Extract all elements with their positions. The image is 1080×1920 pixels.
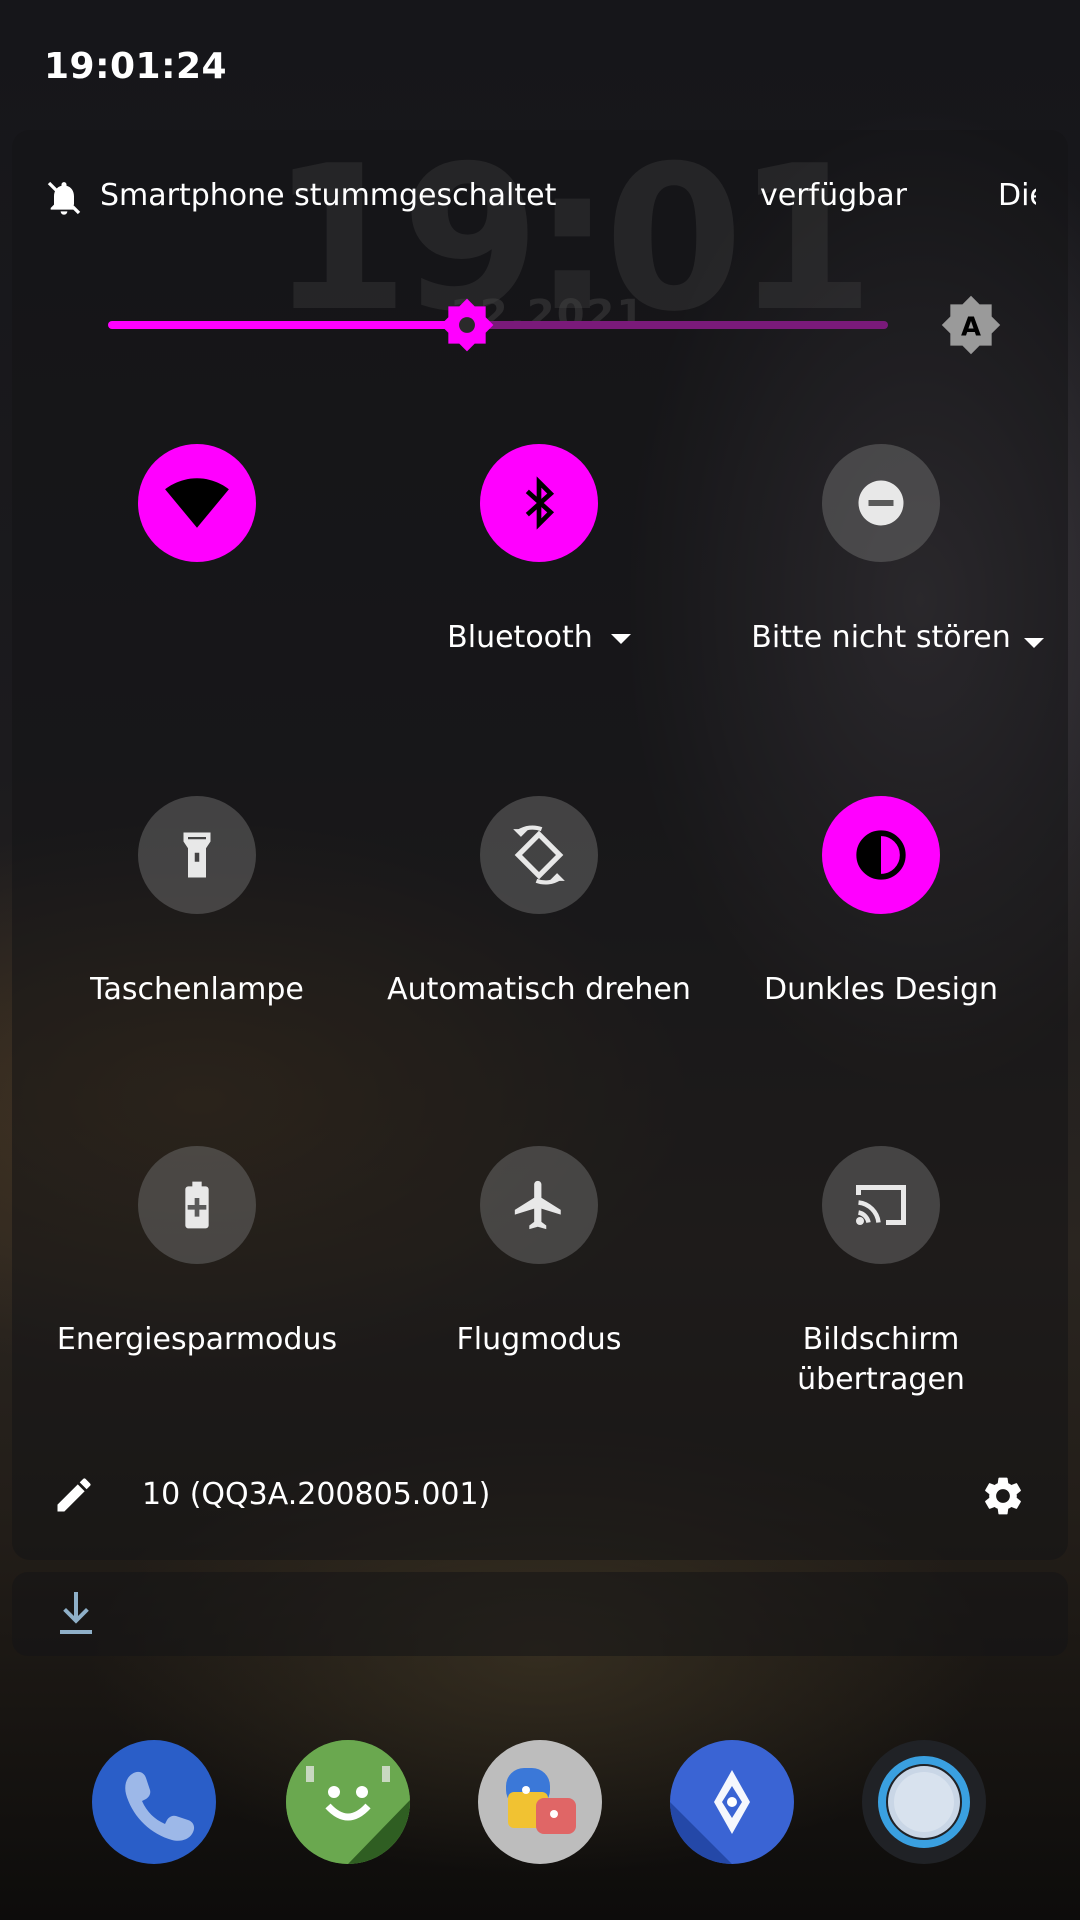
do-not-disturb-icon [858,480,904,526]
tile-auto-rotate-label: Automatisch drehen [387,972,691,1007]
tile-bluetooth[interactable]: Bluetooth [368,444,710,658]
tile-battery-saver-label: Energiesparmodus [56,1322,338,1357]
tile-airplane-label: Flugmodus [456,1322,622,1357]
tile-auto-rotate[interactable]: Automatisch drehen [368,796,710,1010]
tile-cast[interactable]: Bildschirm übertragen [710,1146,1052,1400]
quick-settings-header: Smartphone stummgeschaltet verfügbar Die [0,170,1080,226]
hangouts-app-icon[interactable] [286,1740,410,1864]
airplane-icon [514,1180,561,1230]
messages-app-icon[interactable] [478,1740,602,1864]
tile-bluetooth-label-text: Bluetooth [447,620,593,655]
brightness-track-filled [108,321,467,329]
tile-flashlight[interactable]: Taschenlampe [26,796,368,1010]
tile-battery-saver[interactable]: Energiesparmodus [26,1146,368,1360]
notifications-muted-icon [47,181,81,215]
tile-airplane[interactable]: Flugmodus [368,1146,710,1360]
wifi-icon [165,478,229,528]
bluetooth-toggle[interactable] [480,444,598,562]
settings-gear-icon[interactable] [980,1473,1026,1519]
cast-icon [856,1185,906,1225]
do-not-disturb-toggle[interactable] [822,444,940,562]
battery-saver-toggle[interactable] [138,1146,256,1264]
quick-settings-footer: 10 (QQ3A.200805.001) [0,1465,1080,1525]
edit-icon[interactable] [52,1473,96,1517]
download-notification[interactable] [12,1572,1068,1656]
auto-rotate-icon [513,825,565,885]
tile-do-not-disturb[interactable]: Bitte nicht stören [710,444,1052,658]
status-bar-clock: 19:01:24 [44,46,228,87]
auto-brightness-label: A [961,312,981,342]
tile-dark-theme[interactable]: Dunkles Design [710,796,1052,1010]
dnd-dropdown-icon[interactable] [1024,638,1044,648]
chat-bubbles-icon [506,1768,576,1834]
auto-brightness-icon[interactable]: A [940,294,1002,356]
ringer-status-text[interactable]: Smartphone stummgeschaltet [100,178,556,213]
auto-rotate-toggle[interactable] [480,796,598,914]
assistant-app-icon[interactable] [862,1740,986,1864]
brightness-thumb-icon[interactable] [439,297,495,353]
build-number[interactable]: 10 (QQ3A.200805.001) [142,1477,490,1512]
hangouts-face-icon [286,1740,410,1864]
airplane-toggle[interactable] [480,1146,598,1264]
network-status-text[interactable]: verfügbar [760,178,907,213]
cast-toggle[interactable] [822,1146,940,1264]
tile-flashlight-label: Taschenlampe [90,972,304,1007]
bluetooth-dropdown-icon[interactable] [610,633,631,644]
carrier-status-text[interactable]: Die [998,178,1036,213]
brightness-track-remaining [467,321,888,329]
wifi-toggle[interactable] [138,444,256,562]
dark-theme-icon [856,830,906,880]
tile-wifi[interactable] [26,444,368,618]
flashlight-toggle[interactable] [138,796,256,914]
phone-app-icon[interactable] [92,1740,216,1864]
maps-go-app-icon[interactable] [670,1740,794,1864]
tile-bluetooth-label: Bluetooth [368,618,710,658]
bluetooth-icon [525,476,555,530]
tile-dnd-label: Bitte nicht stören [751,620,1011,655]
phone-handset-icon [125,1771,195,1841]
dark-theme-toggle[interactable] [822,796,940,914]
app-dock [0,1740,1080,1864]
flashlight-icon [183,832,211,878]
tile-cast-label: Bildschirm übertragen [797,1322,965,1397]
tile-dark-theme-label: Dunkles Design [763,972,999,1007]
brightness-slider[interactable] [108,297,888,353]
assistant-ring-icon [878,1756,970,1848]
navigation-diamond-icon [670,1770,750,1864]
battery-saver-icon [185,1181,209,1229]
download-icon [60,1592,92,1634]
